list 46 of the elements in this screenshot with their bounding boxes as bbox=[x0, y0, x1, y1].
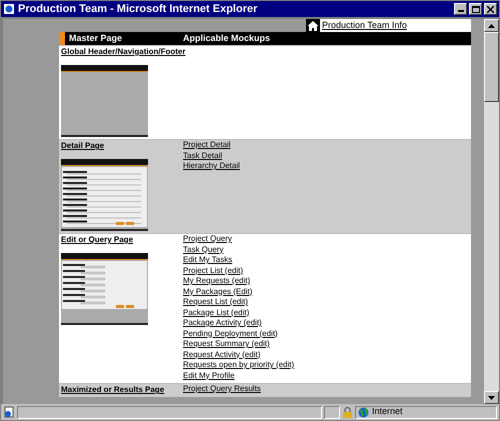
mockup-link[interactable]: My Requests (edit) bbox=[183, 276, 294, 286]
zone-label: Internet bbox=[372, 405, 403, 418]
window-title: Production Team - Microsoft Internet Explorer bbox=[18, 4, 258, 14]
minimize-icon bbox=[458, 10, 464, 12]
mockup-link[interactable]: Request Activity (edit) bbox=[183, 350, 294, 360]
mockup-link[interactable]: Project List (edit) bbox=[183, 266, 294, 276]
scroll-thumb[interactable] bbox=[484, 32, 499, 102]
home-icon[interactable] bbox=[306, 19, 320, 32]
mockup-link[interactable]: Package Activity (edit) bbox=[183, 318, 294, 328]
scrollbar[interactable] bbox=[484, 19, 499, 404]
close-icon bbox=[487, 6, 494, 12]
lock-icon bbox=[342, 406, 353, 418]
minimize-button[interactable] bbox=[454, 3, 467, 15]
mockup-link[interactable]: Project Detail bbox=[183, 140, 240, 150]
up-arrow-icon bbox=[488, 24, 495, 28]
mockup-link[interactable]: Edit My Profile bbox=[183, 370, 294, 381]
mockup-link[interactable]: Request List (edit) bbox=[183, 297, 294, 308]
close-button[interactable] bbox=[484, 3, 497, 15]
mockup-link[interactable]: My Packages (Edit) bbox=[183, 286, 294, 297]
globe-icon bbox=[358, 406, 369, 418]
master-page-link[interactable]: Global Header/Navigation/Footer bbox=[61, 46, 183, 57]
maximize-button[interactable] bbox=[469, 3, 482, 15]
mockup-link[interactable]: Project Query bbox=[183, 234, 294, 244]
mockup-link[interactable]: Hierarchy Detail bbox=[183, 161, 240, 172]
scroll-up-button[interactable] bbox=[484, 19, 499, 32]
status-panel bbox=[324, 406, 340, 418]
info-link[interactable]: Production Team Info bbox=[322, 19, 471, 32]
mockup-link[interactable]: Request Summary (edit) bbox=[183, 339, 294, 350]
mockup-link[interactable]: Package List (edit) bbox=[183, 308, 294, 318]
master-page-link[interactable]: Edit or Query Page bbox=[61, 234, 183, 245]
master-page-link[interactable]: Detail Page bbox=[61, 140, 183, 151]
mockup-link[interactable]: Task Detail bbox=[183, 150, 240, 161]
browser-icon bbox=[3, 3, 15, 15]
accent-stripe bbox=[59, 32, 65, 45]
master-page-link[interactable]: Maximized or Results Page bbox=[61, 384, 183, 395]
mockup-link[interactable]: Requests open by priority (edit) bbox=[183, 360, 294, 370]
mockup-link[interactable]: Project Query Results bbox=[183, 384, 261, 394]
column-header: Master Page bbox=[68, 32, 124, 45]
down-arrow-icon bbox=[488, 396, 495, 400]
column-header: Applicable Mockups bbox=[183, 32, 270, 45]
mockup-link[interactable]: Edit My Tasks bbox=[183, 255, 294, 266]
scroll-down-button[interactable] bbox=[484, 391, 499, 404]
mockup-link[interactable]: Pending Deployment (edit) bbox=[183, 328, 294, 339]
mockup-link[interactable]: Task Query bbox=[183, 244, 294, 255]
page-icon bbox=[3, 406, 15, 418]
maximize-icon bbox=[472, 6, 480, 12]
